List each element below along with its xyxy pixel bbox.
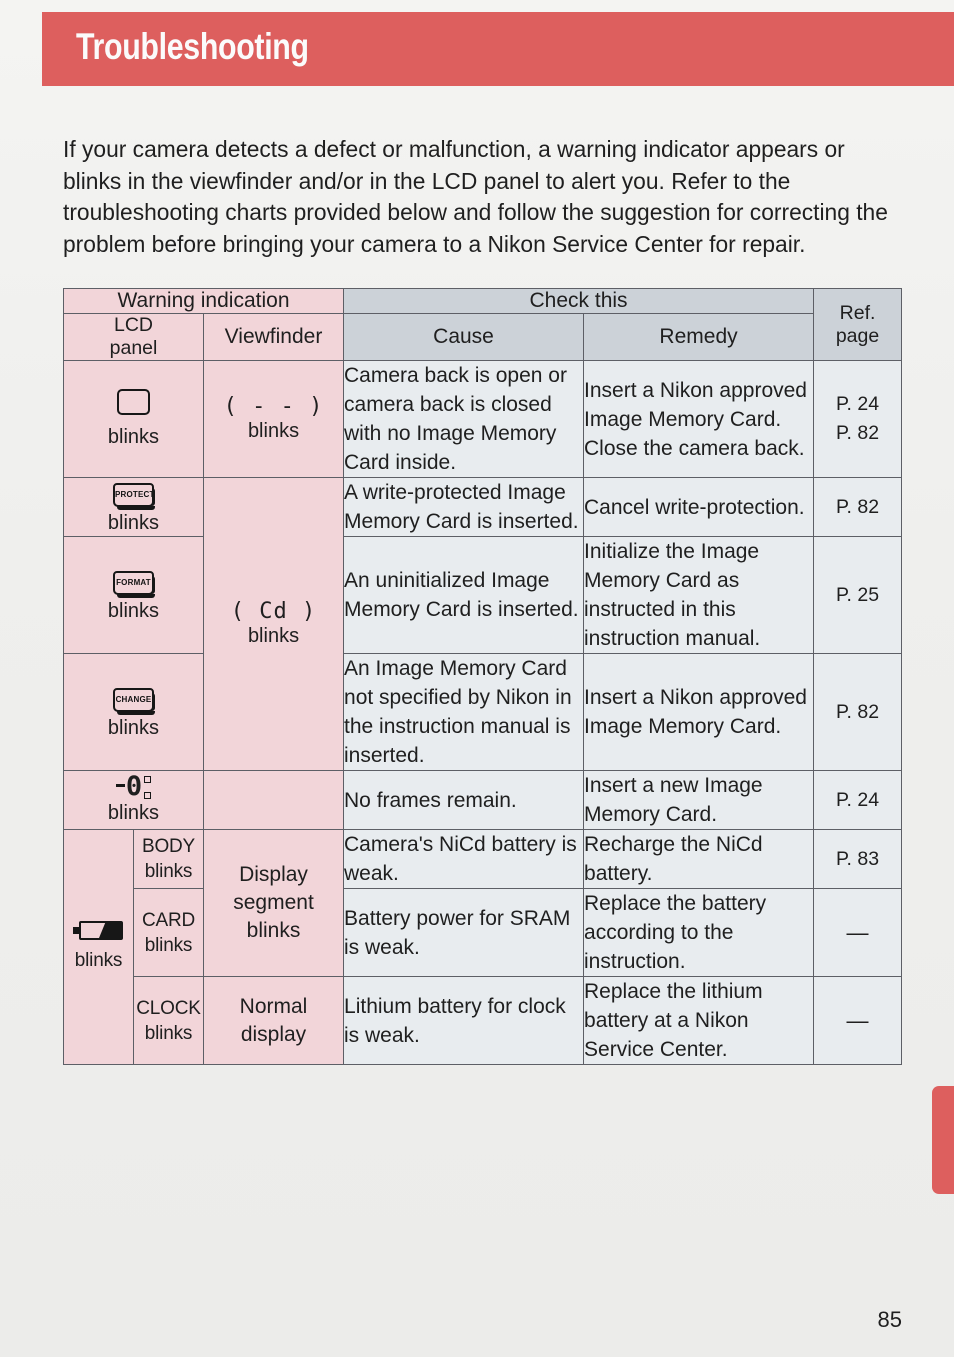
table-row: 0 blinks No frames remain. Insert a new … — [63, 770, 903, 830]
battery-icon-cell: blinks — [63, 829, 134, 1065]
row4-cause: An Image Memory Card not specified by Ni… — [343, 653, 585, 771]
row1-lcd-blinks: blinks — [107, 425, 160, 448]
body-sub-label: BODY — [141, 836, 196, 857]
table-row: PROTECT blinks ( Cd ) blinks A write-pro… — [63, 477, 903, 771]
row3-cause: An uninitialized Image Memory Card is in… — [343, 536, 585, 654]
page-title: Troubleshooting — [76, 26, 309, 67]
clock-sub-cell: CLOCK blinks — [133, 976, 204, 1065]
body-remedy: Recharge the NiCd battery. — [583, 829, 815, 889]
table-row: CHANGE blinks An Image Memory Card not s… — [63, 653, 903, 771]
chapter-thumb-tab — [932, 1086, 954, 1194]
header-cause: Cause — [343, 313, 585, 361]
row3-remedy: Initialize the Image Memory Card as inst… — [583, 536, 815, 654]
display-segment-blinks-cell: Display segment blinks — [202, 829, 345, 977]
card-remedy: Replace the battery according to the ins… — [583, 888, 815, 977]
card-cause: Battery power for SRAM is weak. — [343, 888, 585, 977]
table-column-header-row: LCD panel Viewfinder Cause Remedy — [63, 313, 902, 361]
row1-viewfinder-blinks: blinks — [247, 420, 300, 442]
table-row: FORMAT blinks An uninitialized Image Mem… — [63, 536, 903, 654]
row4-ref: P. 82 — [813, 653, 903, 771]
header-lcd-panel-line1: LCD — [113, 314, 153, 336]
merged-viewfinder-blinks: blinks — [247, 625, 300, 647]
row2-lcd-cell: PROTECT blinks — [63, 477, 204, 537]
row1-viewfinder-cell: ( - - ) blinks — [202, 360, 345, 478]
clock-sub-blinks: blinks — [144, 1022, 193, 1044]
normal-display-l1: Normal — [239, 994, 308, 1018]
battery-blinks: blinks — [74, 950, 123, 971]
row4-remedy: Insert a Nikon approved Image Memory Car… — [583, 653, 815, 771]
card-ref: — — [813, 888, 903, 977]
row3-ref: P. 25 — [813, 536, 903, 654]
card-sub-blinks: blinks — [144, 934, 193, 956]
row1-ref-line1: P. 24 — [836, 393, 880, 415]
row1-ref: P. 24 P. 82 — [813, 360, 903, 478]
header-ref-page-line2: page — [835, 324, 880, 347]
table-group-header-row: Warning indication Check this Ref. page — [62, 288, 903, 361]
card-sub-cell: CARD blinks — [133, 888, 204, 977]
row2-remedy: Cancel write-protection. — [583, 477, 815, 537]
header-lcd-panel-line2: panel — [109, 337, 158, 359]
header-ref-page: Ref. page — [813, 288, 903, 361]
clock-cause: Lithium battery for clock is weak. — [343, 976, 585, 1065]
normal-display-l2: display — [240, 1022, 307, 1046]
header-ref-page-line1: Ref. — [839, 301, 876, 324]
header-remedy: Remedy — [583, 313, 815, 361]
header-check-this: Check this — [343, 288, 815, 314]
row2-cause: A write-protected Image Memory Card is i… — [343, 477, 585, 537]
row3-lcd-blinks: blinks — [107, 600, 160, 622]
page-number: 85 — [877, 1307, 902, 1332]
card-outline-icon — [117, 388, 150, 415]
row4-lcd-cell: CHANGE blinks — [63, 653, 204, 771]
row1-lcd-cell: blinks — [63, 360, 204, 478]
display-segment-l1: Display — [239, 863, 308, 886]
table-row: blinks BODY blinks Display segment blink… — [63, 829, 903, 1065]
row5-lcd-cell: 0 blinks — [63, 770, 204, 830]
change-tag-icon: CHANGE — [113, 688, 155, 715]
row2-lcd-blinks: blinks — [107, 512, 160, 534]
troubleshooting-table: Warning indication Check this Ref. page … — [62, 288, 903, 1065]
display-segment-l2: segment — [233, 891, 314, 914]
protect-tag-icon: PROTECT — [113, 483, 155, 510]
table-row: CLOCK blinks Normal display Lithium batt… — [64, 976, 903, 1065]
table-row: blinks ( - - ) blinks Camera back is ope… — [63, 360, 903, 478]
header-warning-indication: Warning indication — [62, 288, 345, 314]
row4-lcd-blinks: blinks — [107, 717, 160, 739]
row1-ref-line2: P. 82 — [836, 422, 880, 444]
row5-remedy: Insert a new Image Memory Card. — [583, 770, 815, 830]
frame-counter-zero-icon: 0 — [115, 773, 152, 800]
merged-viewfinder-code: ( Cd ) — [230, 599, 317, 624]
format-tag-icon: FORMAT — [113, 571, 155, 598]
row1-viewfinder-code: ( - - ) — [223, 394, 324, 419]
row5-lcd-blinks: blinks — [107, 802, 160, 824]
low-battery-icon — [73, 921, 123, 940]
display-segment-l3: blinks — [246, 919, 301, 942]
clock-remedy: Replace the lithium battery at a Nikon S… — [583, 976, 815, 1065]
card-sub-label: CARD — [141, 909, 196, 931]
row2-ref: P. 82 — [813, 477, 903, 537]
table-row: CARD blinks Battery power for SRAM is we… — [64, 888, 903, 977]
body-sub-blinks: blinks — [144, 861, 193, 882]
row1-remedy: Insert a Nikon approved Image Memory Car… — [583, 360, 815, 478]
body-ref: P. 83 — [813, 829, 903, 889]
row5-ref: P. 24 — [813, 770, 903, 830]
clock-sub-label: CLOCK — [136, 997, 201, 1019]
clock-ref: — — [813, 976, 903, 1065]
row1-cause: Camera back is open or camera back is cl… — [343, 360, 585, 478]
header-viewfinder: Viewfinder — [202, 313, 345, 361]
body-cause: Camera's NiCd battery is weak. — [343, 829, 585, 889]
normal-display-cell: Normal display — [202, 976, 345, 1065]
row5-viewfinder-cell — [202, 770, 345, 830]
row5-cause: No frames remain. — [343, 770, 585, 830]
row3-lcd-cell: FORMAT blinks — [63, 536, 204, 654]
body-sub-cell: BODY blinks — [133, 829, 204, 889]
merged-viewfinder-cell: ( Cd ) blinks — [202, 477, 345, 771]
header-lcd-panel: LCD panel — [63, 313, 204, 361]
intro-paragraph: If your camera detects a defect or malfu… — [63, 136, 888, 257]
